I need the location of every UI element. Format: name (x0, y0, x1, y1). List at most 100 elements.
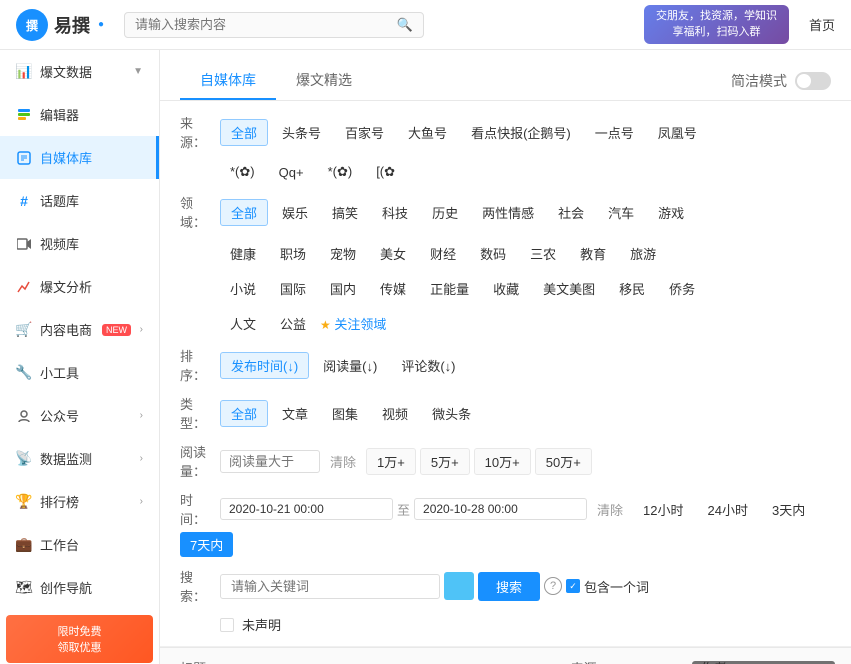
search-bar[interactable]: 🔍 (124, 12, 424, 38)
source-tag-toutiao[interactable]: 头条号 (272, 120, 331, 145)
domain-follow-link[interactable]: ★ 关注领域 (320, 314, 386, 333)
type-tag-article[interactable]: 文章 (272, 401, 318, 426)
domain-tag-sannong[interactable]: 三农 (520, 241, 566, 266)
domain-tag-guonei[interactable]: 国内 (320, 276, 366, 301)
sort-btn-comment[interactable]: 评论数(↓) (391, 353, 465, 378)
svg-text:撰: 撰 (26, 18, 38, 33)
tab-zimeiti[interactable]: 自媒体库 (180, 62, 276, 100)
include-one-word-text: 包含一个词 (584, 577, 649, 596)
domain-tag-lishi[interactable]: 历史 (422, 200, 468, 225)
type-tag-wetoujiao[interactable]: 微头条 (422, 401, 481, 426)
read-btn-5w[interactable]: 5万+ (420, 448, 470, 475)
domain-tag-lianxing[interactable]: 两性情感 (472, 200, 544, 225)
domain-tag-lvyou[interactable]: 旅游 (620, 241, 666, 266)
read-btn-10w[interactable]: 10万+ (474, 448, 531, 475)
domain-tag-chongwu[interactable]: 宠物 (320, 241, 366, 266)
include-one-word-checkbox[interactable]: ✓ (566, 579, 580, 593)
time-btn-3d[interactable]: 3天内 (762, 497, 815, 522)
type-tag-all[interactable]: 全部 (220, 400, 268, 427)
search-execute-btn[interactable]: 搜索 (478, 572, 540, 601)
header-banner[interactable]: 交朋友，找资源，学知识 享福利，扫码入群 (644, 5, 789, 44)
time-row: 时间： 至 清除 12小时 24小时 3天内 7天内 (180, 490, 831, 557)
sidebar-item-baowendata[interactable]: 📊 爆文数据 ▼ (0, 50, 159, 93)
sidebar-item-analysis[interactable]: 爆文分析 (0, 265, 159, 308)
type-tag-gallery[interactable]: 图集 (322, 401, 368, 426)
domain-tag-gongyi[interactable]: 公益 (270, 311, 316, 336)
help-icon[interactable]: ? (544, 577, 562, 595)
time-clear-btn[interactable]: 清除 (591, 497, 629, 522)
color-picker-box[interactable] (444, 572, 474, 600)
source-tag-kandian[interactable]: 看点快报(企鹅号) (461, 120, 581, 145)
read-label: 阅读量： (180, 442, 216, 480)
domain-tag-youxi[interactable]: 游戏 (648, 200, 694, 225)
domain-tag-chuanmei[interactable]: 传媒 (370, 276, 416, 301)
domain-tag-caijing[interactable]: 财经 (420, 241, 466, 266)
search-input[interactable] (135, 17, 397, 32)
sidebar-item-monitor[interactable]: 📡 数据监测 › (0, 437, 159, 480)
domain-tag-shuma[interactable]: 数码 (470, 241, 516, 266)
domain-tag-xiaoshuo[interactable]: 小说 (220, 276, 266, 301)
tabs-bar: 自媒体库 爆文精选 简洁模式 (160, 50, 851, 101)
source-tag-yidian[interactable]: 一点号 (585, 120, 644, 145)
home-nav[interactable]: 首页 (809, 15, 835, 34)
sidebar-item-ecommerce[interactable]: 🛒 内容电商 NEW › (0, 308, 159, 351)
domain-tag-qiaowu[interactable]: 侨务 (659, 276, 705, 301)
time-btn-7d[interactable]: 7天内 (180, 532, 233, 557)
read-btn-1w[interactable]: 1万+ (366, 448, 416, 475)
tab-baowenjingxuan[interactable]: 爆文精选 (276, 62, 372, 100)
source-tag-all[interactable]: 全部 (220, 119, 268, 146)
read-clear-btn[interactable]: 清除 (324, 449, 362, 474)
search-icon[interactable]: 🔍 (397, 17, 413, 33)
keyword-input[interactable] (220, 574, 440, 599)
read-input[interactable] (220, 450, 320, 473)
sidebar-label-zimeiti: 自媒体库 (40, 148, 92, 167)
sidebar-item-ranking[interactable]: 🏆 排行榜 › (0, 480, 159, 523)
domain-tag-zhengneng[interactable]: 正能量 (420, 276, 479, 301)
sidebar-item-zimeiti[interactable]: 自媒体库 (0, 136, 159, 179)
domain-tag-shehui[interactable]: 社会 (548, 200, 594, 225)
source-tag-s4[interactable]: [(✿ (366, 161, 405, 183)
time-end-input[interactable] (414, 498, 587, 520)
domain-tag-yule[interactable]: 娱乐 (272, 200, 318, 225)
sidebar-item-topic[interactable]: # 话题库 (0, 179, 159, 222)
domain-tag-meiwen[interactable]: 美文美图 (533, 276, 605, 301)
jianjiemoshi-toggle[interactable] (795, 72, 831, 90)
domain-tag-shoucang[interactable]: 收藏 (483, 276, 529, 301)
sidebar-item-tools[interactable]: 🔧 小工具 (0, 351, 159, 394)
sidebar-item-workspace[interactable]: 💼 工作台 (0, 523, 159, 566)
source-tag-s2[interactable]: Qq+ (269, 162, 314, 183)
sidebar-item-creation[interactable]: 🗺 创作导航 (0, 566, 159, 609)
domain-tag-yimin[interactable]: 移民 (609, 276, 655, 301)
promo-banner[interactable]: 限时免费 领取优惠 (6, 615, 153, 663)
type-tag-video[interactable]: 视频 (372, 401, 418, 426)
time-btn-12h[interactable]: 12小时 (633, 497, 693, 522)
source-tag-s3[interactable]: *(✿) (318, 161, 363, 183)
domain-tag-jiaoyu[interactable]: 教育 (570, 241, 616, 266)
domain-tag-keji[interactable]: 科技 (372, 200, 418, 225)
time-btn-24h[interactable]: 24小时 (698, 497, 758, 522)
sort-btn-read[interactable]: 阅读量(↓) (313, 353, 387, 378)
domain-tag-zhichang[interactable]: 职场 (270, 241, 316, 266)
sidebar-item-editor[interactable]: 编辑器 (0, 93, 159, 136)
domain-tag-meinv[interactable]: 美女 (370, 241, 416, 266)
source-tag-baijia[interactable]: 百家号 (335, 120, 394, 145)
domain-tag-renwen[interactable]: 人文 (220, 311, 266, 336)
domain-row2: 健康 职场 宠物 美女 财经 数码 三农 教育 旅游 (180, 241, 831, 266)
ecommerce-arrow: › (140, 324, 143, 335)
content-area: 自媒体库 爆文精选 简洁模式 来源： 全部 头条号 百家号 大鱼号 看点快报(企… (160, 50, 851, 664)
source-tag-fenghuang[interactable]: 凤凰号 (648, 120, 707, 145)
domain-tag-jiankang[interactable]: 健康 (220, 241, 266, 266)
read-btn-50w[interactable]: 50万+ (535, 448, 592, 475)
source-tag-s1[interactable]: *(✿) (220, 161, 265, 183)
not-declared-checkbox[interactable] (220, 618, 234, 632)
source-tag-dayu[interactable]: 大鱼号 (398, 120, 457, 145)
time-start-input[interactable] (220, 498, 393, 520)
sort-btn-time[interactable]: 发布时间(↓) (220, 352, 309, 379)
domain-tag-qiche[interactable]: 汽车 (598, 200, 644, 225)
domain-tag-gaoxiao[interactable]: 搞笑 (322, 200, 368, 225)
sidebar-item-video[interactable]: 视频库 (0, 222, 159, 265)
include-one-word-label[interactable]: ✓ 包含一个词 (566, 577, 649, 596)
sidebar-item-gongzhong[interactable]: 公众号 › (0, 394, 159, 437)
domain-tag-all[interactable]: 全部 (220, 199, 268, 226)
domain-tag-guoji[interactable]: 国际 (270, 276, 316, 301)
